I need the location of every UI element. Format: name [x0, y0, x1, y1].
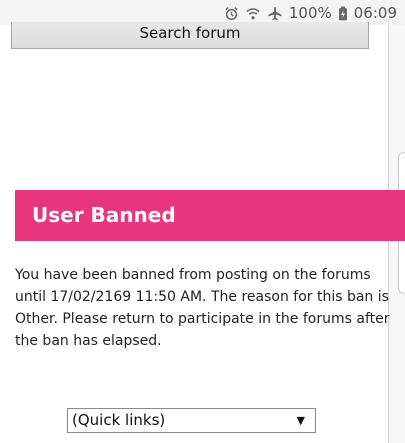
- wifi-icon: [245, 6, 261, 21]
- forum-screen: 100% 06:09 Search forum User Banned You …: [0, 0, 405, 443]
- clock: 06:09: [353, 4, 397, 22]
- quick-links-select[interactable]: (Quick links) ▼: [67, 408, 316, 433]
- quick-links-selected-value: (Quick links): [72, 411, 166, 429]
- status-icons: 100% 06:09: [224, 3, 397, 23]
- battery-percent: 100%: [288, 4, 332, 22]
- airplane-mode-icon: [267, 6, 283, 21]
- banned-notice-header: User Banned: [15, 190, 405, 241]
- dropdown-arrow-icon: ▼: [296, 414, 305, 427]
- ban-message: You have been banned from posting on the…: [15, 267, 390, 349]
- battery-icon: [338, 5, 348, 21]
- search-forum-button[interactable]: Search forum: [11, 22, 369, 49]
- alarm-icon: [224, 6, 239, 21]
